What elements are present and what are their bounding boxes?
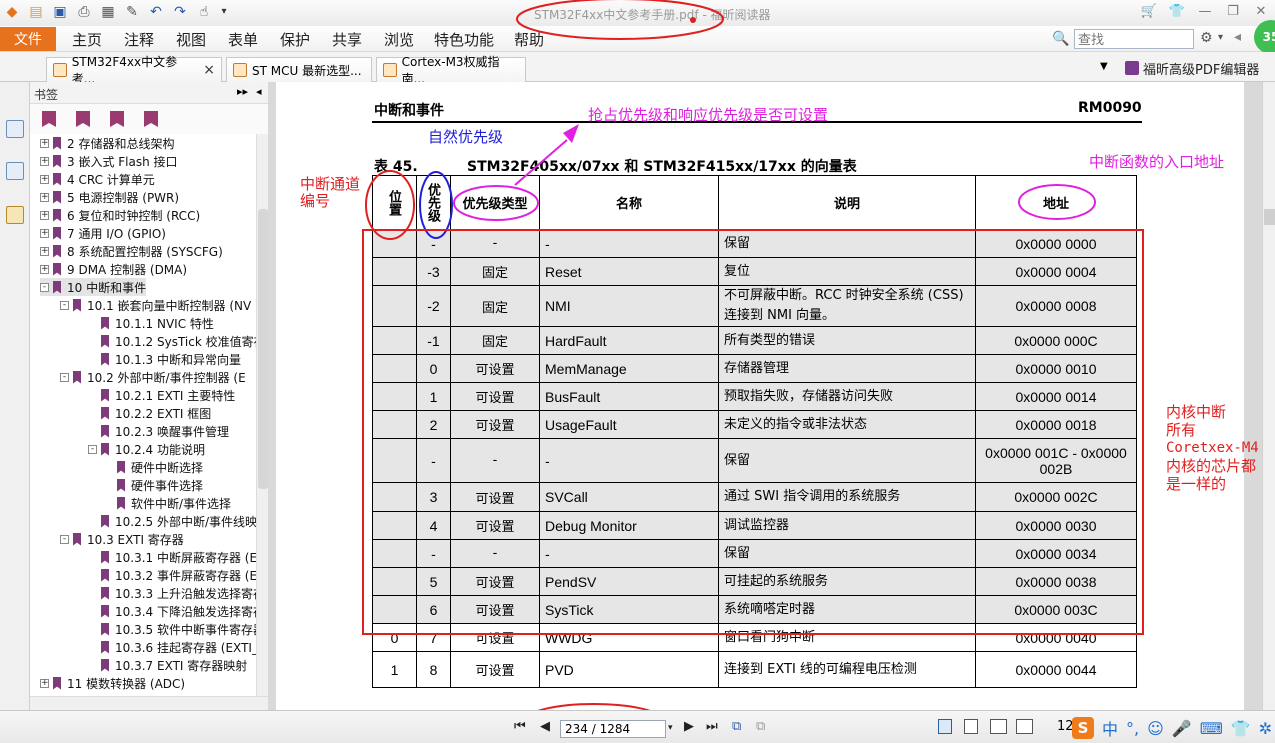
title-highlight-dot bbox=[690, 17, 696, 23]
status-bar: ⏮ ◀ 234 / 1284 ▾ ▶ ⏭ ⧉ ⧉ 12 S 中 °, ☺ 🎤 ⌨… bbox=[0, 710, 1275, 743]
facing-view-icon[interactable] bbox=[990, 719, 1007, 734]
page-dropdown-icon[interactable]: ▾ bbox=[668, 723, 673, 733]
note-preempt: 抢占优先级和响应优先级是否可设置 bbox=[588, 106, 829, 124]
priority-type-highlight-ellipse bbox=[453, 185, 539, 221]
continuous-facing-view-icon[interactable] bbox=[1016, 719, 1033, 734]
single-page-view-icon[interactable] bbox=[938, 719, 952, 734]
ime-skin-icon[interactable]: 👕 bbox=[1231, 719, 1251, 738]
address-highlight-ellipse bbox=[1018, 184, 1096, 220]
ime-emoji-icon[interactable]: ☺ bbox=[1147, 719, 1164, 738]
core-interrupts-box bbox=[362, 229, 1144, 635]
preempt-arrow-line bbox=[514, 139, 568, 186]
page-number-input[interactable]: 234 / 1284 bbox=[560, 720, 666, 738]
note-core-1: 内核中断 bbox=[1166, 403, 1227, 421]
note-channel-line2: 编号 bbox=[300, 192, 331, 210]
continuous-view-icon[interactable] bbox=[964, 719, 978, 734]
next-page-icon[interactable]: ▶ bbox=[684, 719, 694, 734]
ime-keyboard-icon[interactable]: ⌨ bbox=[1200, 719, 1223, 738]
note-core-2: 所有 bbox=[1166, 421, 1197, 439]
input-method-bar: S 中 °, ☺ 🎤 ⌨ 👕 ✲ bbox=[1072, 716, 1272, 740]
sogou-ime-icon[interactable]: S bbox=[1072, 717, 1094, 739]
last-page-icon[interactable]: ⏭ bbox=[706, 719, 718, 734]
ime-punctuation-icon[interactable]: °, bbox=[1126, 719, 1139, 738]
priority-highlight-ellipse bbox=[419, 171, 453, 239]
note-core-4: 内核的芯片都 bbox=[1166, 457, 1257, 475]
ime-voice-icon[interactable]: 🎤 bbox=[1172, 719, 1192, 738]
prev-page-icon[interactable]: ◀ bbox=[540, 719, 550, 734]
note-core-5: 是一样的 bbox=[1166, 475, 1227, 493]
next-view-icon[interactable]: ⧉ bbox=[756, 719, 765, 734]
first-page-icon[interactable]: ⏮ bbox=[514, 719, 526, 734]
ime-chinese-mode[interactable]: 中 bbox=[1102, 716, 1118, 740]
previous-view-icon[interactable]: ⧉ bbox=[732, 719, 741, 734]
note-natural-priority: 自然优先级 bbox=[428, 128, 504, 146]
position-highlight-ellipse bbox=[365, 170, 415, 240]
note-channel-line1: 中断通道 bbox=[300, 175, 361, 193]
note-core-3: Coretxex-M4 bbox=[1166, 440, 1259, 456]
note-entry-address: 中断函数的入口地址 bbox=[1089, 153, 1225, 171]
ime-tools-icon[interactable]: ✲ bbox=[1259, 719, 1272, 738]
